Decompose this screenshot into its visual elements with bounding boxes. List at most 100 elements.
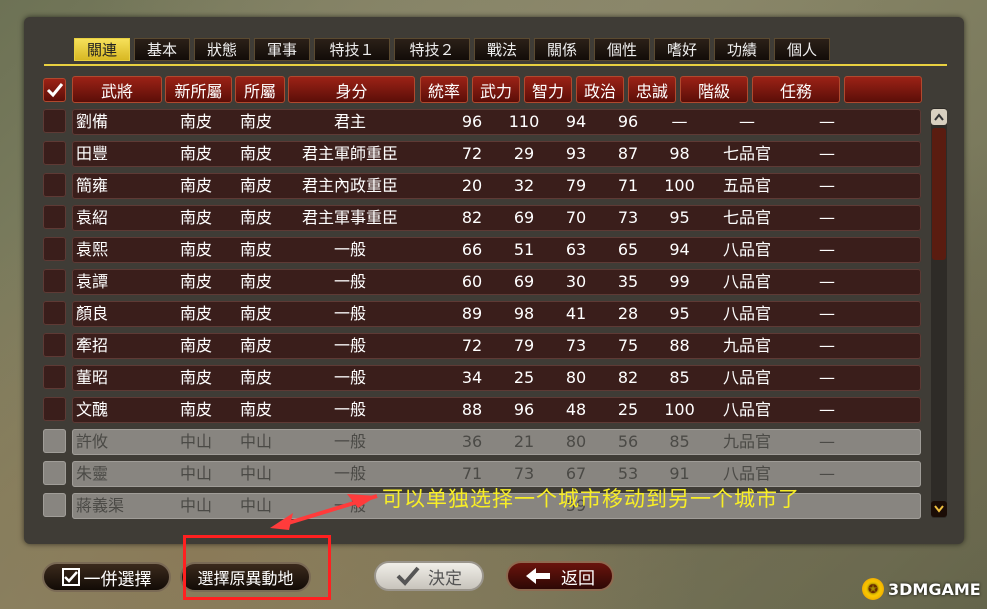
- cell-general-name: 田豐: [76, 144, 109, 163]
- tab-status[interactable]: 狀態: [194, 38, 250, 61]
- row-checkbox[interactable]: [43, 269, 66, 293]
- cell-leadership: 88: [461, 400, 483, 419]
- col-header-strength[interactable]: 武力: [472, 76, 520, 103]
- table-row[interactable]: 董昭 南皮 南皮 一般 34 25 80 82 85 八品官 —: [72, 365, 921, 391]
- cell-intelligence: 94: [565, 112, 587, 131]
- highlight-box: [183, 535, 331, 600]
- col-header-general[interactable]: 武將: [72, 76, 162, 103]
- cell-strength: 110: [508, 112, 540, 131]
- watermark: ✪ 3DMGAME: [862, 578, 981, 600]
- cell-affiliation: 南皮: [240, 240, 273, 259]
- cell-new-affiliation: 南皮: [180, 208, 213, 227]
- tab-military[interactable]: 軍事: [254, 38, 310, 61]
- cell-leadership: 82: [461, 208, 483, 227]
- tab-personal[interactable]: 個人: [774, 38, 830, 61]
- col-header-affiliation[interactable]: 所屬: [235, 76, 285, 103]
- cell-general-name: 袁譚: [76, 272, 109, 291]
- table-row: 許攸 中山 中山 一般 36 21 80 56 85 九品官 —: [72, 429, 921, 455]
- tab-skill-1[interactable]: 特技１: [314, 38, 390, 61]
- row-checkbox[interactable]: [43, 333, 66, 357]
- table-row[interactable]: 簡雍 南皮 南皮 君主內政重臣 20 32 79 71 100 五品官 —: [72, 173, 921, 199]
- tab-relations[interactable]: 關連: [74, 38, 130, 61]
- table-row[interactable]: 劉備 南皮 南皮 君主 96 110 94 96 — — —: [72, 109, 921, 135]
- cell-affiliation: 南皮: [240, 336, 273, 355]
- table-row[interactable]: 袁熙 南皮 南皮 一般 66 51 63 65 94 八品官 —: [72, 237, 921, 263]
- row-checkbox[interactable]: [43, 301, 66, 325]
- cell-leadership: 72: [461, 336, 483, 355]
- tab-merit[interactable]: 功績: [714, 38, 770, 61]
- table-row[interactable]: 田豐 南皮 南皮 君主軍師重臣 72 29 93 87 98 七品官 —: [72, 141, 921, 167]
- cell-politics: 87: [617, 144, 639, 163]
- table-row[interactable]: 袁譚 南皮 南皮 一般 60 69 30 35 99 八品官 —: [72, 269, 921, 295]
- tab-relationships[interactable]: 關係: [534, 38, 590, 61]
- select-all-checkbox[interactable]: [43, 78, 66, 102]
- cell-task: —: [819, 400, 835, 419]
- tab-personality[interactable]: 個性: [594, 38, 650, 61]
- back-label: 返回: [561, 568, 595, 589]
- tab-hobby[interactable]: 嗜好: [654, 38, 710, 61]
- cell-task: —: [819, 112, 835, 131]
- row-checkbox[interactable]: [43, 141, 66, 165]
- cell-leadership: 66: [461, 240, 483, 259]
- scrollbar-thumb[interactable]: [932, 128, 946, 260]
- cell-new-affiliation: 南皮: [180, 240, 213, 259]
- cell-rank: 八品官: [722, 240, 771, 259]
- table-row[interactable]: 文醜 南皮 南皮 一般 88 96 48 25 100 八品官 —: [72, 397, 921, 423]
- tab-basic[interactable]: 基本: [134, 38, 190, 61]
- select-all-button[interactable]: 一併選擇: [42, 562, 171, 592]
- cell-affiliation: 南皮: [240, 144, 273, 163]
- cell-status: 君主: [333, 112, 366, 131]
- table-row[interactable]: 顏良 南皮 南皮 一般 89 98 41 28 95 八品官 —: [72, 301, 921, 327]
- col-header-task[interactable]: 任務: [752, 76, 840, 103]
- cell-politics: 96: [617, 112, 639, 131]
- cell-general-name: 袁熙: [76, 240, 109, 259]
- cell-intelligence: 48: [565, 400, 587, 419]
- cell-status: 一般: [333, 368, 366, 387]
- scroll-down-button[interactable]: [931, 501, 947, 517]
- row-checkbox[interactable]: [43, 365, 66, 389]
- annotation-arrow: [270, 494, 378, 530]
- scroll-up-button[interactable]: [931, 109, 947, 125]
- cell-new-affiliation: 南皮: [180, 336, 213, 355]
- col-header-intelligence[interactable]: 智力: [524, 76, 572, 103]
- cell-general-name: 劉備: [76, 112, 109, 131]
- table-row[interactable]: 牽招 南皮 南皮 一般 72 79 73 75 88 九品官 —: [72, 333, 921, 359]
- row-checkbox[interactable]: [43, 109, 66, 133]
- col-header-new-affiliation[interactable]: 新所屬: [165, 76, 232, 103]
- cell-task: —: [819, 432, 835, 451]
- tab-underline: [44, 64, 947, 66]
- table-row[interactable]: 袁紹 南皮 南皮 君主軍事重臣 82 69 70 73 95 七品官 —: [72, 205, 921, 231]
- cell-status: 一般: [333, 336, 366, 355]
- col-header-leadership[interactable]: 統率: [420, 76, 468, 103]
- cell-general-name: 文醜: [76, 400, 109, 419]
- cell-status: 一般: [333, 240, 366, 259]
- cell-affiliation: 南皮: [240, 272, 273, 291]
- col-header-politics[interactable]: 政治: [576, 76, 624, 103]
- cell-general-name: 牽招: [76, 336, 109, 355]
- cell-leadership: 60: [461, 272, 483, 291]
- cell-affiliation: 南皮: [240, 400, 273, 419]
- confirm-button[interactable]: 決定: [374, 561, 484, 591]
- cell-status: 君主軍師重臣: [301, 144, 398, 163]
- tab-skill-2[interactable]: 特技２: [394, 38, 470, 61]
- col-header-rank[interactable]: 階級: [680, 76, 748, 103]
- cell-strength: 96: [513, 400, 535, 419]
- chevron-down-icon: [934, 505, 944, 513]
- annotation-text: 可以单独选择一个城市移动到另一个城市了: [382, 487, 800, 511]
- col-header-rank-status[interactable]: 身分: [288, 76, 415, 103]
- row-checkbox[interactable]: [43, 173, 66, 197]
- cell-strength: 69: [513, 208, 535, 227]
- tab-tactics[interactable]: 戰法: [474, 38, 530, 61]
- col-header-loyalty[interactable]: 忠誠: [628, 76, 676, 103]
- cell-strength: 79: [513, 336, 535, 355]
- cell-leadership: 89: [461, 304, 483, 323]
- cell-new-affiliation: 南皮: [180, 272, 213, 291]
- cell-new-affiliation: 中山: [180, 464, 213, 483]
- back-button[interactable]: 返回: [506, 561, 614, 591]
- row-checkbox[interactable]: [43, 205, 66, 229]
- cell-general-name: 顏良: [76, 304, 109, 323]
- select-all-checkbox-icon: [61, 568, 80, 586]
- arrow-left-icon: [526, 568, 550, 584]
- row-checkbox[interactable]: [43, 237, 66, 261]
- row-checkbox[interactable]: [43, 397, 66, 421]
